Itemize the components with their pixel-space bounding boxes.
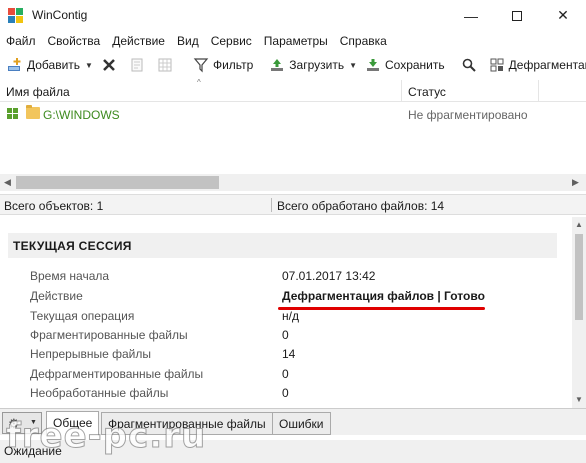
- settings-menu-button[interactable]: ⚙ ▼: [2, 412, 42, 434]
- tab-fragmented-files[interactable]: Фрагментированные файлы: [101, 412, 273, 435]
- file-status: Не фрагментировано: [408, 108, 528, 122]
- session-value: Дефрагментация файлов | Готово: [282, 289, 485, 303]
- status-text: Ожидание: [4, 444, 62, 458]
- search-icon: [461, 57, 477, 73]
- session-key: Дефрагментированные файлы: [30, 367, 204, 381]
- session-key: Время начала: [30, 269, 110, 283]
- tab-errors[interactable]: Ошибки: [272, 412, 331, 435]
- maximize-icon: [512, 10, 522, 21]
- list-item[interactable]: G:\WINDOWS Не фрагментировано: [0, 104, 586, 124]
- vertical-scrollbar[interactable]: ▲ ▼: [572, 217, 586, 408]
- session-row: Необработанные файлы 0: [0, 386, 572, 405]
- session-value: 0: [282, 328, 289, 342]
- scroll-thumb[interactable]: [16, 176, 219, 189]
- sort-caret-icon: ^: [197, 78, 201, 87]
- remove-button[interactable]: [98, 54, 124, 76]
- add-button[interactable]: Добавить ▼: [4, 54, 96, 76]
- save-label: Сохранить: [385, 58, 445, 72]
- session-row: Время начала 07.01.2017 13:42: [0, 269, 572, 288]
- download-icon: [365, 57, 381, 73]
- session-row: Действие Дефрагментация файлов | Готово: [0, 289, 572, 308]
- grid-icon: [7, 108, 18, 119]
- document-icon: [129, 57, 145, 73]
- chevron-down-icon: ▼: [349, 60, 357, 70]
- menu-action[interactable]: Действие: [112, 34, 165, 48]
- grid-icon: [157, 57, 173, 73]
- file-list-header: ^ Имя файла Статус: [0, 78, 586, 102]
- filter-button[interactable]: Фильтр: [190, 54, 256, 76]
- column-divider[interactable]: [538, 80, 539, 102]
- session-key: Действие: [30, 289, 83, 303]
- session-row: Фрагментированные файлы 0: [0, 328, 572, 347]
- session-value: 0: [282, 367, 289, 381]
- column-divider[interactable]: [401, 80, 402, 102]
- menu-view[interactable]: Вид: [177, 34, 199, 48]
- scroll-down-icon[interactable]: ▼: [575, 395, 583, 404]
- minimize-button[interactable]: —: [448, 0, 494, 31]
- session-value: н/д: [282, 309, 299, 323]
- filter-icon: [193, 57, 209, 73]
- gear-icon: ⚙: [8, 416, 20, 431]
- chevron-down-icon: ▼: [30, 419, 37, 426]
- window-title: WinContig: [32, 8, 88, 22]
- toolbar: Добавить ▼ Фильтр Загрузить ▼ Сохранить …: [0, 53, 586, 77]
- column-header-name[interactable]: Имя файла: [6, 85, 70, 99]
- session-value: 0: [282, 386, 289, 400]
- chevron-down-icon: ▼: [85, 60, 93, 70]
- session-value: 07.01.2017 13:42: [282, 269, 376, 283]
- tab-general[interactable]: Общее: [46, 411, 100, 436]
- properties-button[interactable]: [126, 54, 152, 76]
- scroll-up-icon[interactable]: ▲: [575, 220, 583, 229]
- folder-icon: [26, 105, 40, 119]
- session-row: Текущая операция н/д: [0, 309, 572, 328]
- close-icon: [101, 57, 117, 73]
- session-row: Непрерывные файлы 14: [0, 347, 572, 366]
- total-processed: Всего обработано файлов: 14: [277, 199, 445, 213]
- save-button[interactable]: Сохранить: [362, 54, 448, 76]
- analyze-button[interactable]: [458, 54, 484, 76]
- filter-label: Фильтр: [212, 58, 254, 72]
- session-value: 14: [282, 347, 296, 361]
- menu-properties[interactable]: Свойства: [48, 34, 101, 48]
- menu-help[interactable]: Справка: [340, 34, 387, 48]
- add-label: Добавить: [27, 58, 81, 72]
- close-button[interactable]: ✕: [540, 0, 586, 31]
- horizontal-scrollbar[interactable]: ◀ ▶: [0, 174, 586, 191]
- defrag-icon: [489, 57, 505, 73]
- scroll-right-icon[interactable]: ▶: [572, 177, 579, 188]
- file-path: G:\WINDOWS: [43, 108, 120, 122]
- session-key: Фрагментированные файлы: [30, 328, 188, 342]
- session-key: Текущая операция: [30, 309, 135, 323]
- defrag-button[interactable]: Дефрагментация: [486, 54, 586, 76]
- session-key: Необработанные файлы: [30, 386, 169, 400]
- session-key: Непрерывные файлы: [30, 347, 151, 361]
- menu-bar: Файл Свойства Действие Вид Сервис Параме…: [0, 31, 586, 51]
- session-panel: ТЕКУЩАЯ СЕССИЯ Время начала 07.01.2017 1…: [0, 217, 572, 408]
- column-header-status[interactable]: Статус: [408, 85, 446, 99]
- summary-bar: Всего объектов: 1 Всего обработано файло…: [0, 194, 586, 215]
- grid-button[interactable]: [154, 54, 180, 76]
- defrag-label: Дефрагментация: [508, 58, 586, 72]
- scroll-thumb[interactable]: [575, 234, 583, 320]
- session-row: Дефрагментированные файлы 0: [0, 367, 572, 386]
- menu-options[interactable]: Параметры: [264, 34, 328, 48]
- app-icon: [8, 8, 23, 23]
- add-icon: [7, 57, 23, 73]
- menu-tools[interactable]: Сервис: [211, 34, 252, 48]
- menu-file[interactable]: Файл: [6, 34, 36, 48]
- divider: [271, 198, 272, 212]
- upload-icon: [269, 57, 285, 73]
- session-title: ТЕКУЩАЯ СЕССИЯ: [8, 233, 557, 258]
- title-bar: WinContig — ✕: [0, 0, 586, 31]
- load-button[interactable]: Загрузить ▼: [266, 54, 360, 76]
- maximize-button[interactable]: [494, 0, 540, 31]
- load-label: Загрузить: [289, 58, 345, 72]
- total-objects: Всего объектов: 1: [4, 199, 104, 213]
- tab-bar: ⚙ ▼ Общее Фрагментированные файлы Ошибки: [0, 408, 586, 436]
- status-bar: Ожидание: [0, 440, 586, 463]
- scroll-left-icon[interactable]: ◀: [4, 177, 11, 188]
